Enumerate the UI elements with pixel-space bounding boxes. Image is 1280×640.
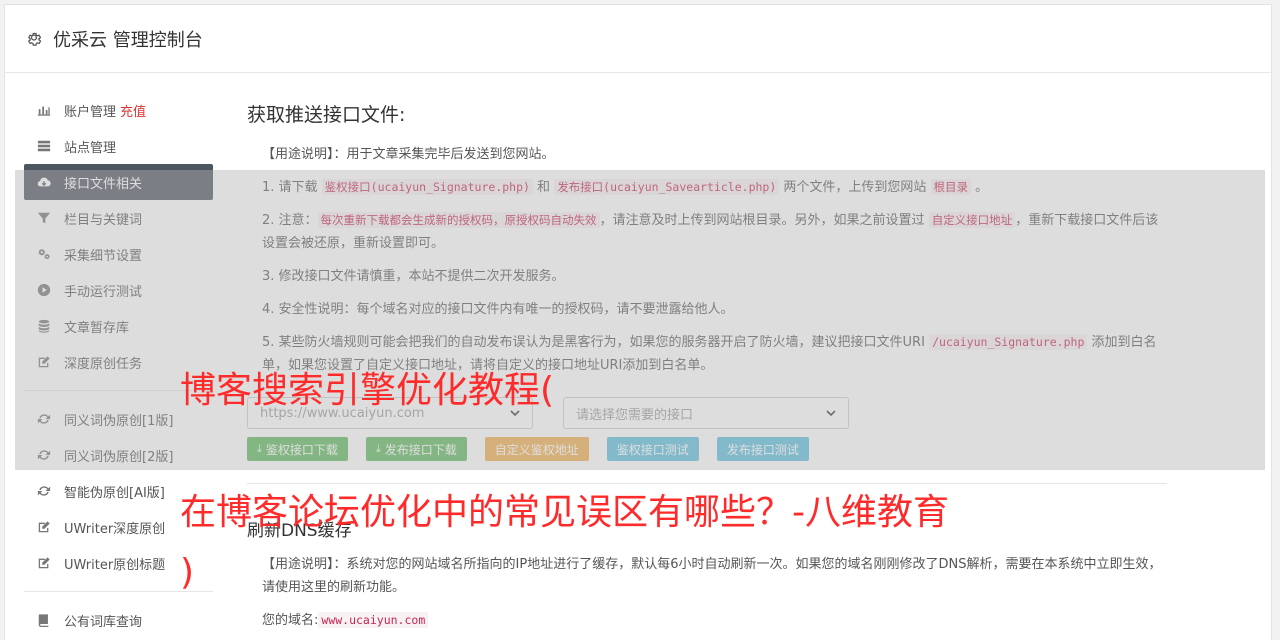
domain-row: 您的域名: www.ucaiyun.com xyxy=(262,609,1167,632)
overlay-title-line2: 在博客论坛优化中的常见误区有哪些？-八维教育 xyxy=(180,492,949,533)
overlay-title-line3: ) xyxy=(180,552,195,593)
sidebar-item-label: 账户管理 xyxy=(64,104,117,120)
sidebar-item-label: 站点管理 xyxy=(64,140,117,156)
refresh-icon xyxy=(36,483,52,499)
recharge-link[interactable]: 充值 xyxy=(120,101,146,120)
sidebar-item-account[interactable]: 账户管理 充值 xyxy=(24,92,213,128)
sidebar-item-sites[interactable]: 站点管理 xyxy=(24,128,213,164)
edit-icon xyxy=(36,555,52,571)
usage-label: 【用途说明】 xyxy=(262,147,334,162)
sidebar-item-label: 智能伪原创[AI版] xyxy=(64,485,165,501)
section-title: 获取推送接口文件: xyxy=(247,104,406,126)
overlay-title-line1: 博客搜索引擎优化教程( xyxy=(180,370,555,411)
usage-label: 【用途说明】 xyxy=(262,557,334,572)
edit-icon xyxy=(36,519,52,535)
section-divider xyxy=(247,483,1167,484)
sidebar-item-label: UWriter深度原创 xyxy=(64,521,166,537)
server-icon xyxy=(36,138,52,154)
sidebar-item-label: UWriter原创标题 xyxy=(64,557,166,573)
usage-text: ：系统对您的网站域名所指向的IP地址进行了缓存，默认每6小时自动刷新一次。如果您… xyxy=(262,557,1162,595)
sidebar-item-label: 公有词库查询 xyxy=(64,614,143,630)
usage-text: ：用于文章采集完毕后发送到您网站。 xyxy=(333,147,555,162)
gray-overlay xyxy=(15,170,1265,470)
dns-usage-note: 【用途说明】：系统对您的网站域名所指向的IP地址进行了缓存，默认每6小时自动刷新… xyxy=(262,553,1167,599)
header: 优采云 管理控制台 xyxy=(5,5,1271,73)
domain-value: www.ucaiyun.com xyxy=(318,612,429,628)
gear-icon xyxy=(27,32,42,46)
bar-chart-icon xyxy=(36,102,52,118)
usage-note: 【用途说明】：用于文章采集完毕后发送到您网站。 xyxy=(262,143,1167,166)
domain-label: 您的域名: xyxy=(262,613,319,628)
page-title: 优采云 管理控制台 xyxy=(53,29,203,51)
sidebar-item-public-lexicon[interactable]: 公有词库查询 xyxy=(24,602,213,638)
book-icon xyxy=(36,612,52,628)
